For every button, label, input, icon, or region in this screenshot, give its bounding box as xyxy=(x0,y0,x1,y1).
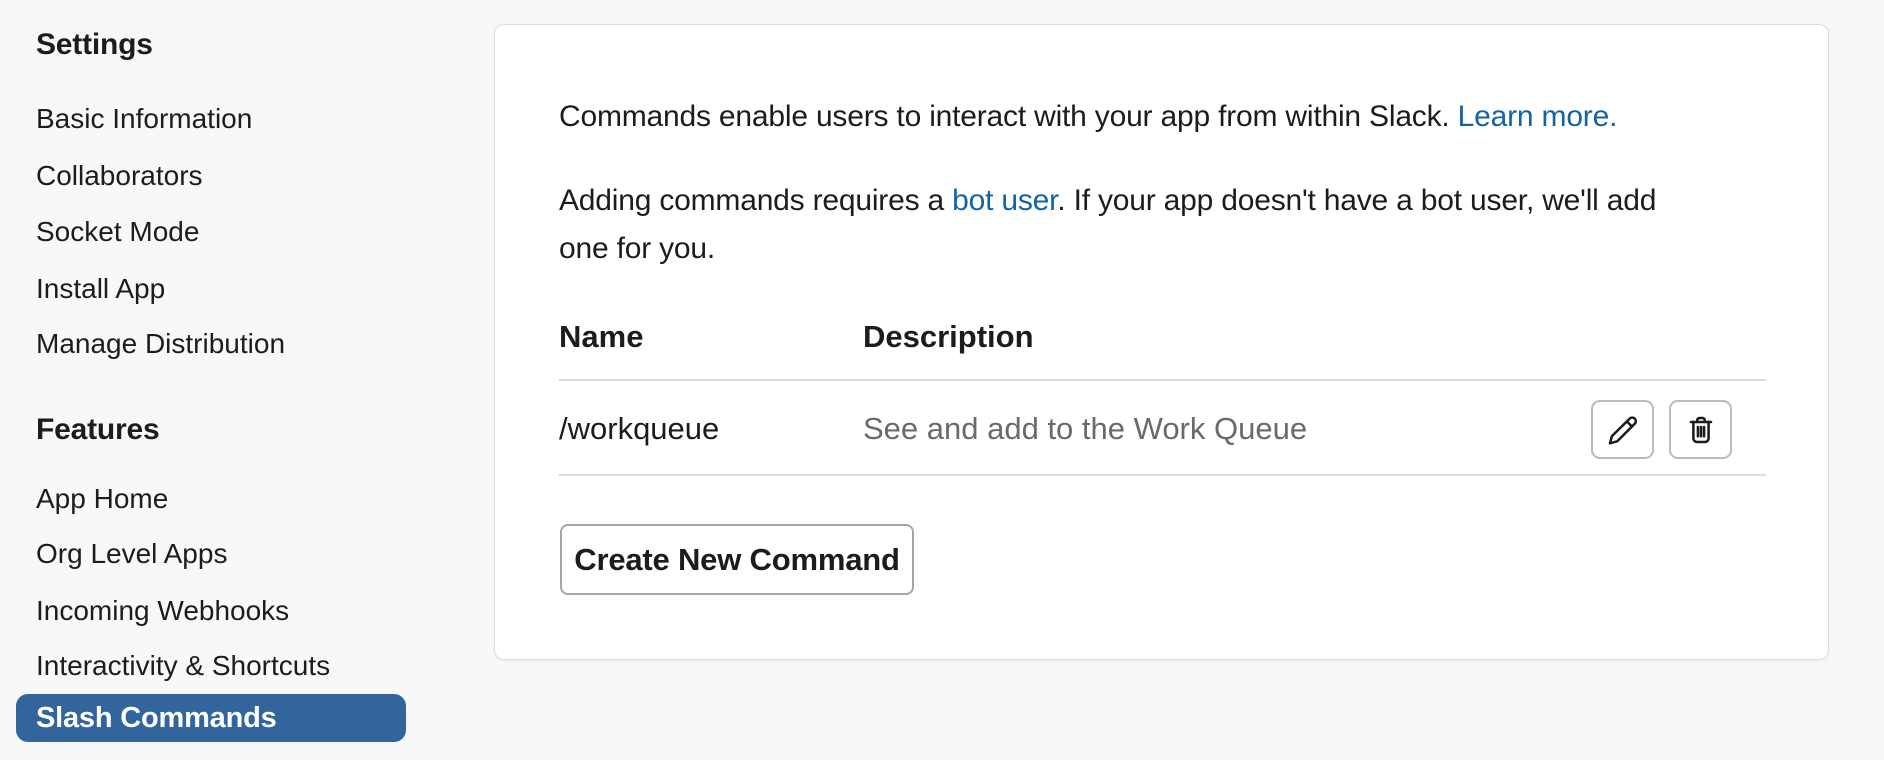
intro-text-2c: one for you. xyxy=(559,232,716,265)
trash-icon xyxy=(1685,414,1717,446)
sidebar-item-install-app[interactable]: Install App xyxy=(36,269,165,309)
sidebar-item-org-level-apps[interactable]: Org Level Apps xyxy=(36,534,227,574)
intro-paragraph-1: Commands enable users to interact with y… xyxy=(559,95,1617,139)
delete-command-button[interactable] xyxy=(1669,400,1732,459)
sidebar-item-collaborators[interactable]: Collaborators xyxy=(36,156,203,196)
column-header-description: Description xyxy=(863,319,1034,354)
sidebar-item-interactivity-shortcuts[interactable]: Interactivity & Shortcuts xyxy=(36,646,330,686)
learn-more-link[interactable]: Learn more. xyxy=(1458,100,1618,133)
sidebar-heading-features: Features xyxy=(36,413,160,446)
edit-command-button[interactable] xyxy=(1591,400,1654,459)
intro-text-1: Commands enable users to interact with y… xyxy=(559,100,1458,133)
sidebar-item-manage-distribution[interactable]: Manage Distribution xyxy=(36,324,285,364)
intro-paragraph-2: Adding commands requires a bot user. If … xyxy=(559,177,1656,273)
column-header-name: Name xyxy=(559,319,644,354)
pencil-icon xyxy=(1607,414,1639,446)
sidebar-item-incoming-webhooks[interactable]: Incoming Webhooks xyxy=(36,591,289,631)
sidebar-item-basic-information[interactable]: Basic Information xyxy=(36,99,252,139)
table-row-divider xyxy=(559,474,1766,476)
sidebar-item-app-home[interactable]: App Home xyxy=(36,479,168,519)
slash-commands-card: Commands enable users to interact with y… xyxy=(494,24,1829,660)
sidebar: Settings Basic Information Collaborators… xyxy=(0,0,460,760)
sidebar-heading-settings: Settings xyxy=(36,28,153,61)
table-header-divider xyxy=(559,379,1766,381)
create-new-command-button[interactable]: Create New Command xyxy=(560,524,914,595)
sidebar-item-socket-mode[interactable]: Socket Mode xyxy=(36,212,199,252)
slash-commands-settings-page: Settings Basic Information Collaborators… xyxy=(0,0,1884,760)
intro-text-2a: Adding commands requires a xyxy=(559,184,953,217)
command-description-cell: See and add to the Work Queue xyxy=(863,411,1308,446)
command-name-cell: /workqueue xyxy=(559,411,720,446)
sidebar-item-slash-commands-active[interactable]: Slash Commands xyxy=(16,694,406,742)
intro-text-2b: . If your app doesn't have a bot user, w… xyxy=(1057,184,1657,217)
bot-user-link[interactable]: bot user xyxy=(952,184,1057,217)
sidebar-active-item-label: Slash Commands xyxy=(36,701,277,734)
